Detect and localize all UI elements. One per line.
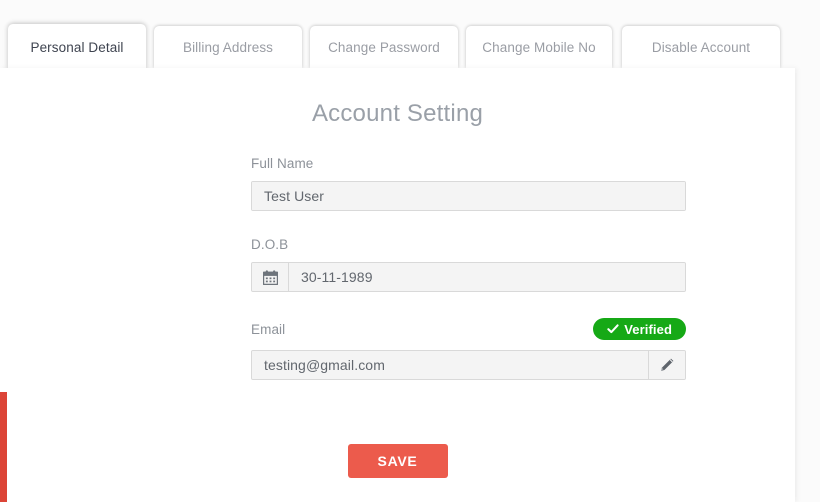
tab-change-password[interactable]: Change Password [310, 26, 458, 68]
account-setting-form: Full Name Test User D.O.B 30-11-1989 Ema… [251, 156, 686, 406]
tab-personal-detail[interactable]: Personal Detail [8, 24, 146, 70]
content-panel: Account Setting Full Name Test User D.O.… [0, 68, 795, 502]
tab-bar: Personal Detail Billing Address Change P… [0, 0, 820, 70]
field-email: Email Verified testing@gmail.com [251, 318, 686, 380]
calendar-icon[interactable] [252, 263, 289, 291]
field-dob: D.O.B 30-11-1989 [251, 237, 686, 292]
save-row: SAVE [0, 444, 795, 478]
page-title: Account Setting [311, 100, 484, 127]
status-badge-verified[interactable]: Verified [593, 318, 686, 340]
email-input-wrapper[interactable]: testing@gmail.com [251, 350, 686, 380]
full-name-input-wrapper[interactable]: Test User [251, 181, 686, 211]
tab-label: Change Mobile No [482, 39, 596, 55]
field-full-name: Full Name Test User [251, 156, 686, 211]
account-setting-page: Personal Detail Billing Address Change P… [0, 0, 820, 502]
tab-label: Billing Address [182, 39, 274, 55]
tab-label: Disable Account [651, 39, 751, 55]
email-input[interactable]: testing@gmail.com [252, 351, 648, 379]
full-name-input[interactable]: Test User [252, 182, 685, 210]
save-button[interactable]: SAVE [347, 444, 448, 478]
dob-input[interactable]: 30-11-1989 [289, 263, 685, 291]
full-name-label: Full Name [251, 156, 314, 171]
tab-change-mobile-no[interactable]: Change Mobile No [466, 26, 612, 68]
dob-input-wrapper[interactable]: 30-11-1989 [251, 262, 686, 292]
tab-label: Personal Detail [30, 39, 124, 55]
pencil-icon[interactable] [648, 351, 685, 379]
status-badge-label: Verified [624, 321, 672, 337]
tab-label: Change Password [328, 39, 440, 55]
left-accent-strip [0, 392, 7, 502]
tab-disable-account[interactable]: Disable Account [622, 26, 780, 68]
email-label: Email [251, 321, 286, 337]
check-icon [607, 323, 619, 335]
tab-billing-address[interactable]: Billing Address [154, 26, 302, 68]
dob-label: D.O.B [251, 237, 289, 252]
email-label-line: Email Verified [251, 318, 686, 340]
